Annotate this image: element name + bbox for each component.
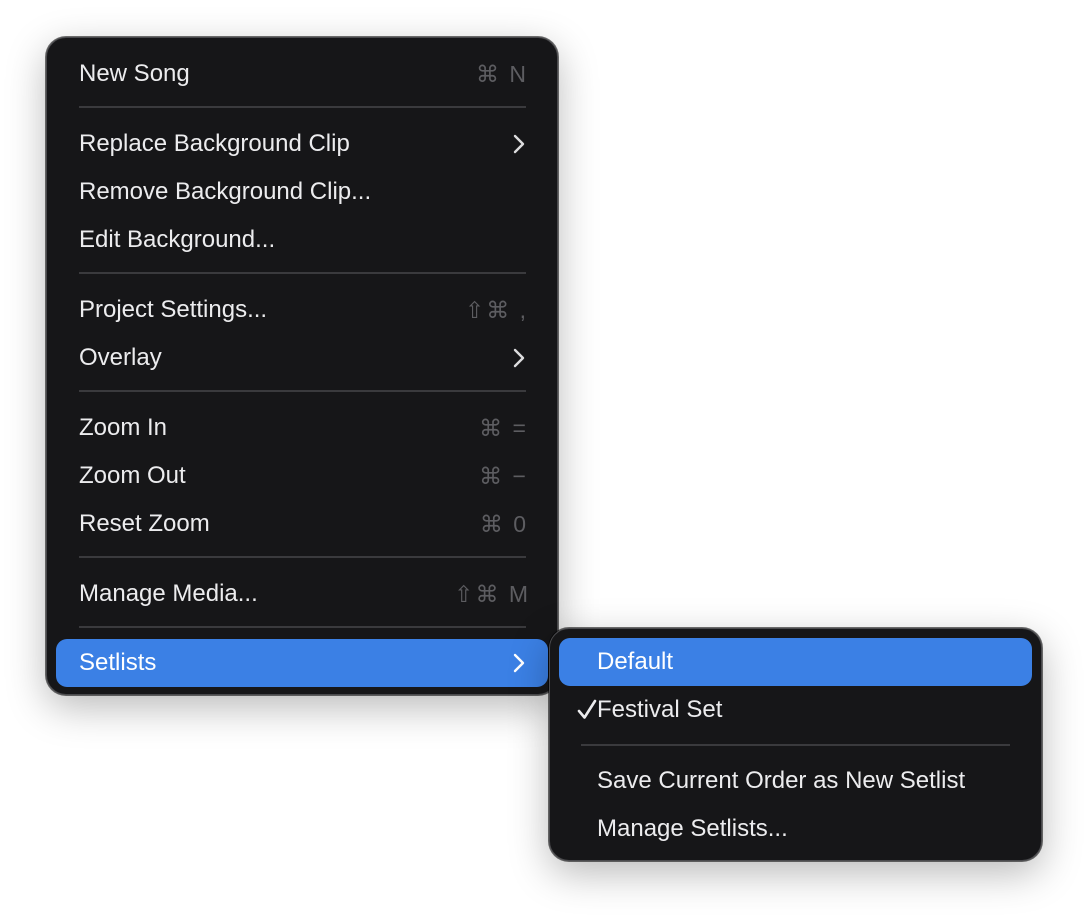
chevron-right-icon [512, 133, 526, 155]
submenu-item-festival-set[interactable]: Festival Set [559, 686, 1032, 734]
submenu-item-save-current-order[interactable]: Save Current Order as New Setlist [559, 757, 1032, 805]
menu-item-label: Zoom Out [79, 462, 186, 489]
menu-item-label: Setlists [79, 649, 157, 676]
chevron-right-icon [512, 347, 526, 369]
shortcut-hint: ⌘ N [476, 60, 528, 87]
submenu-item-manage-setlists[interactable]: Manage Setlists... [559, 805, 1032, 853]
context-menu: New Song ⌘ N Replace Background Clip Rem… [46, 37, 558, 695]
checkmark-icon [576, 697, 598, 723]
menu-item-new-song[interactable]: New Song ⌘ N [56, 50, 548, 98]
menu-item-label: Overlay [79, 344, 162, 371]
menu-item-project-settings[interactable]: Project Settings... ⇧⌘ , [56, 286, 548, 334]
menu-item-label: Save Current Order as New Setlist [597, 767, 966, 794]
shortcut-hint: ⌘ = [479, 414, 528, 441]
menu-item-label: New Song [79, 60, 190, 87]
chevron-right-icon [512, 652, 526, 674]
menu-item-replace-background-clip[interactable]: Replace Background Clip [56, 120, 548, 168]
menu-separator [581, 744, 1010, 746]
menu-item-label: Edit Background... [79, 226, 276, 253]
menu-item-overlay[interactable]: Overlay [56, 334, 548, 382]
menu-item-label: Reset Zoom [79, 510, 210, 537]
menu-item-label: Manage Media... [79, 580, 258, 607]
menu-item-label: Remove Background Clip... [79, 178, 372, 205]
menu-separator [79, 626, 526, 628]
menu-item-zoom-in[interactable]: Zoom In ⌘ = [56, 404, 548, 452]
menu-separator [79, 556, 526, 558]
menu-separator [79, 390, 526, 392]
menu-item-label: Default [597, 648, 674, 675]
menu-item-label: Project Settings... [79, 296, 268, 323]
shortcut-hint: ⌘ − [479, 462, 528, 489]
menu-separator [79, 106, 526, 108]
menu-item-label: Manage Setlists... [597, 815, 788, 842]
shortcut-hint: ⇧⌘ M [454, 580, 530, 607]
menu-separator [79, 272, 526, 274]
menu-item-remove-background-clip[interactable]: Remove Background Clip... [56, 168, 548, 216]
menu-item-zoom-out[interactable]: Zoom Out ⌘ − [56, 452, 548, 500]
menu-item-setlists[interactable]: Setlists [56, 639, 548, 687]
shortcut-hint: ⇧⌘ , [464, 296, 528, 323]
menu-item-edit-background[interactable]: Edit Background... [56, 216, 548, 264]
setlists-submenu: Default Festival Set Save Current Order … [549, 628, 1042, 861]
menu-item-manage-media[interactable]: Manage Media... ⇧⌘ M [56, 570, 548, 618]
menu-item-label: Festival Set [597, 696, 723, 723]
shortcut-hint: ⌘ 0 [479, 510, 528, 537]
menu-item-label: Zoom In [79, 414, 168, 441]
menu-item-label: Replace Background Clip [79, 130, 350, 157]
submenu-item-default[interactable]: Default [559, 638, 1032, 686]
menu-item-reset-zoom[interactable]: Reset Zoom ⌘ 0 [56, 500, 548, 548]
